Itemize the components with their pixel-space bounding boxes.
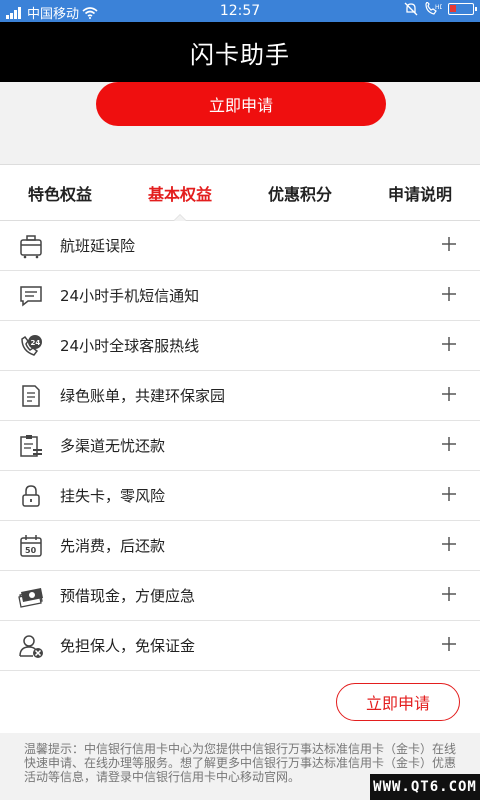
status-right: HD	[404, 2, 477, 16]
list-item[interactable]: 挂失卡，零风险	[0, 471, 480, 521]
tab-discount-points[interactable]: 优惠积分	[240, 165, 360, 221]
cash-icon	[18, 588, 43, 608]
battery-icon	[448, 3, 477, 15]
bottom-action-zone: 立即申请	[0, 671, 480, 733]
clipboard-icon	[20, 435, 42, 457]
expand-plus-icon[interactable]	[442, 287, 456, 301]
calendar-icon: 50	[20, 535, 42, 557]
apply-now-button-top[interactable]: 立即申请	[96, 82, 386, 126]
expand-plus-icon[interactable]	[442, 587, 456, 601]
bell-muted-icon	[404, 2, 418, 16]
watermark: WWW.QT6.COM	[370, 774, 480, 800]
list-item-label: 免担保人，免保证金	[60, 637, 196, 655]
list-item-label: 预借现金，方便应急	[60, 587, 196, 605]
apply-now-button-bottom[interactable]: 立即申请	[336, 683, 460, 721]
expand-plus-icon[interactable]	[442, 637, 456, 651]
app-title-bar: 闪卡助手	[0, 22, 480, 82]
tab-application-notes[interactable]: 申请说明	[360, 165, 480, 221]
call-icon: HD	[425, 2, 442, 15]
expand-plus-icon[interactable]	[442, 387, 456, 401]
phone-24-icon: 24	[21, 335, 42, 356]
message-icon	[20, 286, 42, 307]
list-item[interactable]: 航班延误险	[0, 221, 480, 271]
lock-icon	[22, 485, 40, 507]
expand-plus-icon[interactable]	[442, 337, 456, 351]
benefit-list: 航班延误险 24小时手机短信通知 24 24小时全球客服热线 绿色账单，共建环保…	[0, 221, 480, 671]
status-bar: 中国移动 12:57 HD	[0, 0, 480, 22]
list-item-label: 多渠道无忧还款	[60, 437, 166, 455]
expand-plus-icon[interactable]	[442, 487, 456, 501]
list-item[interactable]: 免担保人，免保证金	[0, 621, 480, 671]
luggage-icon	[20, 235, 42, 259]
expand-plus-icon[interactable]	[442, 537, 456, 551]
svg-text:24: 24	[31, 339, 41, 347]
user-remove-icon	[19, 635, 43, 658]
list-item[interactable]: 预借现金，方便应急	[0, 571, 480, 621]
list-item-label: 航班延误险	[60, 237, 136, 255]
list-item[interactable]: 24 24小时全球客服热线	[0, 321, 480, 371]
page-title: 闪卡助手	[190, 40, 290, 69]
list-item-label: 24小时手机短信通知	[60, 287, 200, 305]
list-item-label: 24小时全球客服热线	[60, 337, 200, 355]
list-item[interactable]: 绿色账单，共建环保家园	[0, 371, 480, 421]
list-item-label: 绿色账单，共建环保家园	[60, 387, 226, 405]
expand-plus-icon[interactable]	[442, 237, 456, 251]
tab-featured-benefits[interactable]: 特色权益	[0, 165, 120, 221]
document-icon	[22, 385, 40, 407]
svg-text:50: 50	[25, 546, 37, 555]
tab-basic-benefits[interactable]: 基本权益	[120, 165, 240, 222]
list-item[interactable]: 多渠道无忧还款	[0, 421, 480, 471]
list-item[interactable]: 50 先消费，后还款	[0, 521, 480, 571]
expand-plus-icon[interactable]	[442, 437, 456, 451]
tab-bar: 特色权益 基本权益 优惠积分 申请说明	[0, 164, 480, 222]
list-item-label: 挂失卡，零风险	[60, 487, 166, 505]
svg-text:HD: HD	[435, 4, 442, 11]
list-item[interactable]: 24小时手机短信通知	[0, 271, 480, 321]
top-zone: 立即申请	[0, 82, 480, 164]
list-item-label: 先消费，后还款	[60, 537, 166, 555]
